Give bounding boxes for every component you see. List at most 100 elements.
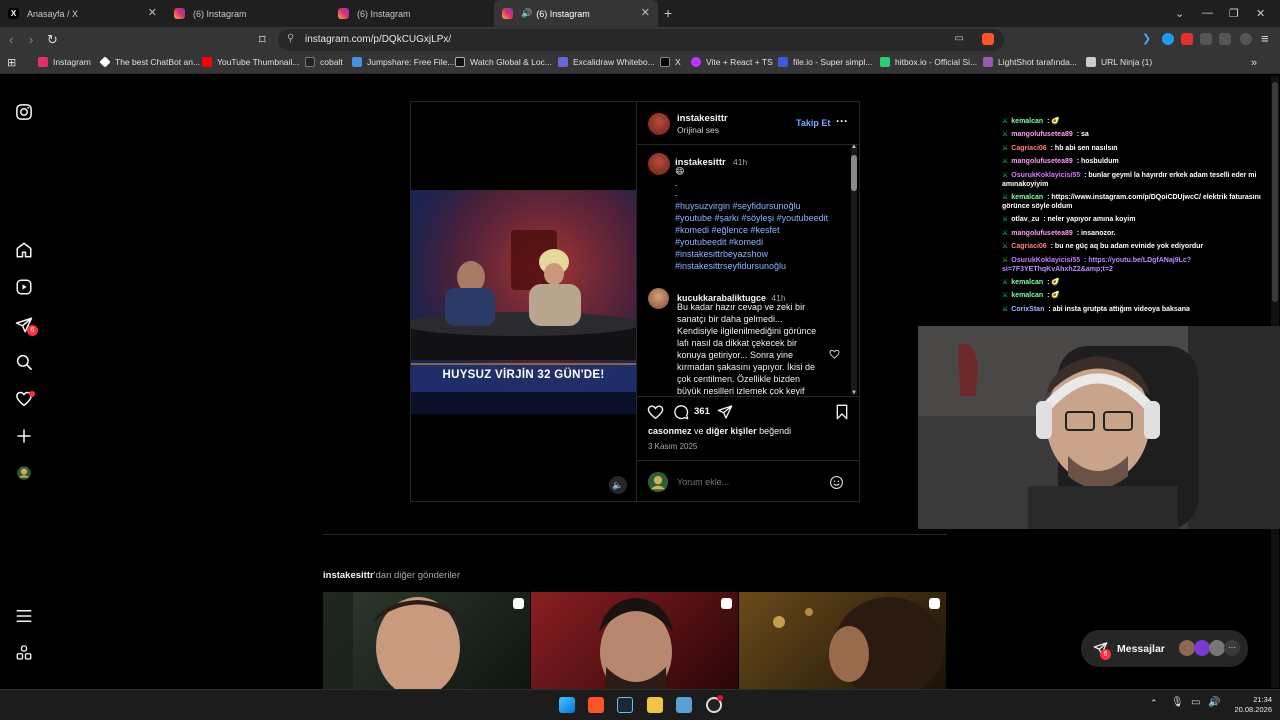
apps-grid-icon[interactable]: ⊞ <box>7 55 16 71</box>
bookmark-item[interactable]: file.io - Super simpl... <box>778 57 872 67</box>
vpn-icon[interactable] <box>1240 33 1252 45</box>
more-options-icon[interactable]: ··· <box>836 114 848 128</box>
bookmark-item[interactable]: Watch Global & Loc... <box>455 57 552 67</box>
brave-browser-icon[interactable] <box>588 697 604 713</box>
network-icon[interactable]: ▭ <box>1191 697 1200 708</box>
comment-icon[interactable] <box>673 404 689 420</box>
caption-hashtags[interactable]: #huysuzvirgin #seyfidursunoğlu #youtube … <box>675 200 853 272</box>
caption-time: 41h <box>733 157 748 167</box>
address-bar[interactable]: ⚲ instagram.com/p/DQkCUGxjLPx/ ▭ <box>278 29 1004 51</box>
extension-icon[interactable] <box>1219 33 1231 45</box>
more-bookmarks-icon[interactable]: » <box>1251 55 1257 71</box>
scrollbar-thumb[interactable] <box>851 155 857 191</box>
caption-avatar[interactable] <box>648 153 670 175</box>
extension-icon[interactable] <box>1181 33 1193 45</box>
tab-instagram-active[interactable]: 🔊 (6) Instagram ✕ <box>494 0 658 27</box>
site-info-icon[interactable]: ⚲ <box>287 33 294 44</box>
bookmark-item[interactable]: cobalt <box>305 57 343 67</box>
sword-icon: ⚔ <box>1002 243 1009 251</box>
create-plus-icon[interactable] <box>15 427 33 445</box>
likes-others[interactable]: diğer kişiler <box>706 426 757 436</box>
like-icon[interactable] <box>647 404 664 420</box>
more-menu-icon[interactable] <box>15 607 33 625</box>
audio-icon[interactable]: ❯ <box>1142 32 1154 45</box>
chat-user: otlav_zu <box>1011 216 1040 224</box>
save-icon[interactable] <box>835 404 849 420</box>
steam-icon[interactable] <box>617 697 633 713</box>
speaker-icon[interactable]: 🔊 <box>521 8 532 19</box>
bookmark-item[interactable]: URL Ninja (1) <box>1086 57 1152 67</box>
bookmark-item[interactable]: X <box>660 57 681 67</box>
scrollbar-thumb[interactable] <box>1272 82 1278 302</box>
comment-input[interactable] <box>677 475 817 489</box>
reload-icon[interactable]: ↻ <box>47 32 58 48</box>
forward-icon[interactable]: › <box>29 32 33 48</box>
hashtag-line[interactable]: #komedi #eğlence #kesfet <box>675 224 853 236</box>
bookmark-item[interactable]: Instagram <box>38 57 91 67</box>
likes-user[interactable]: casonmez <box>648 426 692 436</box>
post-thumbnail[interactable] <box>531 592 738 689</box>
file-explorer-icon[interactable] <box>647 697 663 713</box>
reel-icon <box>721 598 732 609</box>
hashtag-line[interactable]: #youtubeedit #komedi <box>675 236 853 248</box>
home-icon[interactable] <box>15 241 33 259</box>
comment-like-icon[interactable] <box>829 349 840 359</box>
minimize-icon[interactable]: — <box>1202 7 1213 19</box>
volume-icon[interactable]: 🔊 <box>1208 697 1220 708</box>
hashtag-line[interactable]: #instakesittrbeyazshow <box>675 248 853 260</box>
close-window-icon[interactable]: ✕ <box>1256 7 1265 20</box>
puzzle-icon[interactable] <box>1200 33 1212 45</box>
emoji-icon[interactable] <box>829 475 844 490</box>
audio-label[interactable]: Orijinal ses <box>677 125 719 135</box>
bookmark-icon[interactable]: ⌑ <box>259 32 266 48</box>
tray-chevron-icon[interactable]: ⌃ <box>1150 698 1158 709</box>
hashtag-line[interactable]: #youtube #şarkı #söyleşi #youtubeedit <box>675 212 853 224</box>
follow-button[interactable]: Takip Et <box>796 118 830 128</box>
more-posts-user[interactable]: instakesittr <box>323 570 374 581</box>
hashtag-line[interactable]: #instakesittrseyfidursunoğlu <box>675 260 853 272</box>
hashtag-line[interactable]: #huysuzvirgin #seyfidursunoğlu <box>675 200 853 212</box>
bookmark-item[interactable]: YouTube Thumbnail... <box>202 57 299 67</box>
bookmark-item[interactable]: Excalidraw Whitebo... <box>558 57 655 67</box>
chat-message: ⚔ CorixStan : abi insta grutpta attığım v… <box>1002 305 1272 314</box>
messages-button[interactable]: 6 Messajlar ··· <box>1081 630 1248 667</box>
bookmark-item[interactable]: Vite + React + TS <box>691 57 773 67</box>
apps-icon[interactable] <box>15 644 33 662</box>
close-icon[interactable]: ✕ <box>148 8 157 19</box>
tab-x[interactable]: X Anasayfa / X ✕ <box>0 0 165 27</box>
instagram-logo-icon[interactable] <box>15 103 33 121</box>
post-thumbnail[interactable] <box>323 592 530 689</box>
commenter-avatar[interactable] <box>648 288 669 309</box>
restore-icon[interactable]: ❐ <box>1229 7 1239 20</box>
microphone-icon[interactable]: 🎙 <box>1171 697 1184 708</box>
search-icon[interactable] <box>15 353 33 371</box>
scroll-up-icon[interactable]: ▲ <box>851 144 857 150</box>
author-avatar[interactable] <box>648 113 670 135</box>
author-username[interactable]: instakesittr <box>677 113 728 124</box>
close-icon[interactable]: ✕ <box>641 8 650 19</box>
windows-start-icon[interactable] <box>559 697 575 713</box>
comments-scrollbar[interactable]: ▲ ▼ <box>851 144 857 396</box>
menu-icon[interactable]: ≡ <box>1261 31 1269 47</box>
system-clock[interactable]: 21:34 20.08.2026 <box>1234 695 1272 715</box>
chevron-down-icon[interactable]: ⌄ <box>1175 7 1184 20</box>
post-thumbnail[interactable] <box>739 592 946 689</box>
brave-shields-icon[interactable] <box>982 33 994 45</box>
new-tab-icon[interactable]: + <box>664 5 672 21</box>
bookmark-item[interactable]: hitbox.io - Official Si... <box>880 57 977 67</box>
reels-icon[interactable] <box>15 278 33 296</box>
back-icon[interactable]: ‹ <box>9 32 13 48</box>
photos-icon[interactable] <box>676 697 692 713</box>
bookmark-item[interactable]: The best ChatBot an... <box>99 56 200 68</box>
profile-avatar[interactable] <box>15 464 33 482</box>
tab-instagram-2[interactable]: (6) Instagram <box>330 0 494 27</box>
cast-icon[interactable]: ▭ <box>955 33 964 44</box>
bookmark-item[interactable]: LightShot tarafında... <box>983 57 1077 67</box>
mute-toggle-icon[interactable]: 🔈 <box>609 476 627 494</box>
share-icon[interactable] <box>717 404 733 420</box>
extension-icon[interactable] <box>1162 33 1174 45</box>
tab-instagram-1[interactable]: (6) Instagram <box>166 0 330 27</box>
post-video[interactable]: HUYSUZ VİRJİN 32 GÜN'DE! 🔈 <box>411 102 636 501</box>
bookmark-item[interactable]: Jumpshare: Free File... <box>352 57 454 67</box>
sword-icon: ⚔ <box>1002 193 1009 201</box>
